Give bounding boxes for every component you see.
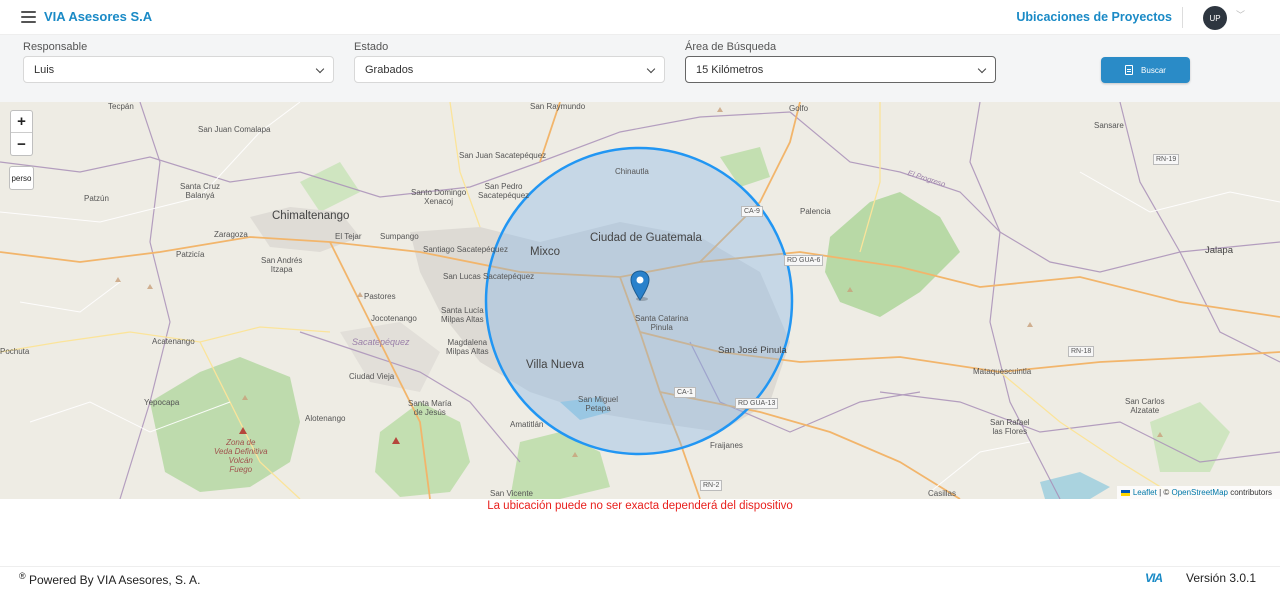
map-label: San José Pinula — [718, 345, 787, 356]
responsable-select[interactable]: Luis — [23, 56, 334, 83]
road-label: RD GUA-13 — [735, 398, 779, 409]
map-label: Sacatepéquez — [352, 337, 410, 347]
map-label: Pochuta — [0, 347, 30, 356]
via-logo: VIA — [1145, 571, 1163, 585]
map-label: Santa Cruz Balanyá — [180, 182, 221, 200]
map-label: Sansare — [1094, 121, 1124, 130]
map-label: Golfo — [789, 104, 809, 113]
app-version: Versión 3.0.1 — [1186, 571, 1257, 585]
map-label: Ciudad Vieja — [349, 372, 395, 381]
chevron-down-icon — [646, 64, 656, 74]
road-label: RN-2 — [700, 480, 723, 491]
map-label: Tecpán — [108, 102, 134, 111]
map-label: Jocotenango — [371, 314, 417, 323]
estado-label: Estado — [354, 41, 389, 53]
map-label: Magdalena Milpas Altas — [446, 338, 489, 356]
map-label: Patzicía — [176, 250, 205, 259]
chevron-down-icon — [315, 64, 325, 74]
menu-icon[interactable] — [21, 11, 36, 23]
responsable-value: Luis — [34, 64, 55, 76]
map-label: Santa Lucía Milpas Altas — [441, 306, 484, 324]
divider — [1182, 7, 1183, 28]
page-title: Ubicaciones de Proyectos — [1016, 10, 1172, 24]
area-value: 15 Kilómetros — [696, 64, 764, 76]
map-label: Palencia — [800, 207, 831, 216]
map-label: Fraijanes — [710, 441, 743, 450]
estado-select[interactable]: Grabados — [354, 56, 665, 83]
powered-by-text: Powered By VIA Asesores, S. A. — [25, 573, 201, 587]
map-label: Zaragoza — [214, 230, 248, 239]
brand-name[interactable]: VIA Asesores S.A — [44, 9, 152, 24]
road-label: RN-18 — [1068, 346, 1095, 357]
map-label: Amatitlán — [510, 420, 544, 429]
map-attribution: Leaflet | © OpenStreetMap contributors — [1116, 486, 1280, 499]
map-label: Acatenango — [152, 337, 195, 346]
search-button[interactable]: Buscar — [1101, 57, 1190, 83]
map-label: Chimaltenango — [272, 210, 350, 222]
leaflet-link[interactable]: Leaflet — [1133, 488, 1157, 497]
map[interactable]: Tecpán San Juan Comalapa Santa Cruz Bala… — [0, 102, 1280, 499]
road-label: CA-1 — [674, 387, 696, 398]
footer: ® Powered By VIA Asesores, S. A. VIA Ver… — [0, 566, 1280, 589]
area-field: Área de Búsqueda 15 Kilómetros — [685, 41, 996, 83]
map-label: Santiago Sacatepéquez — [423, 245, 508, 254]
search-button-label: Buscar — [1141, 65, 1166, 75]
map-label: San Raymundo — [530, 102, 586, 111]
zoom-control: + − — [10, 110, 33, 156]
estado-value: Grabados — [365, 64, 414, 76]
avatar[interactable]: UP — [1203, 6, 1227, 30]
powered-by: ® Powered By VIA Asesores, S. A. — [19, 571, 200, 587]
map-label: Casillas — [928, 489, 957, 498]
road-label: RD GUA-6 — [784, 255, 824, 266]
chevron-down-icon[interactable]: ﹀ — [1236, 8, 1245, 21]
map-label: Villa Nueva — [526, 359, 584, 371]
estado-field: Estado Grabados — [354, 41, 665, 83]
road-label: RN-19 — [1153, 154, 1180, 165]
map-label: Sumpango — [380, 232, 419, 241]
map-label: San Andrés Itzapa — [261, 256, 303, 274]
map-label: Zona de Veda Definitiva Volcán Fuego — [214, 438, 268, 474]
osm-link[interactable]: OpenStreetMap — [1171, 488, 1227, 497]
custom-map-control[interactable]: perso — [9, 166, 34, 190]
map-label: Santo Domingo Xenacoj — [411, 188, 467, 206]
map-label: San Pedro Sacatepéquez — [478, 182, 530, 200]
map-label: Mixco — [530, 246, 561, 258]
area-select[interactable]: 15 Kilómetros — [685, 56, 996, 83]
map-label: Pastores — [364, 292, 396, 301]
area-label: Área de Búsqueda — [685, 41, 777, 53]
map-label: Mataquescuintla — [973, 367, 1032, 376]
map-label: San Juan Sacatepéquez — [459, 151, 547, 160]
map-label: San Lucas Sacatepéquez — [443, 272, 535, 281]
map-label: San Rafael las Flores — [990, 418, 1030, 436]
attribution-separator: | © — [1156, 488, 1172, 497]
registered-symbol: ® — [19, 571, 26, 581]
location-warning: La ubicación puede no ser exacta depende… — [487, 500, 793, 512]
map-label: Patzún — [84, 194, 109, 203]
zoom-in-button[interactable]: + — [11, 111, 32, 133]
map-label: San Miguel Petapa — [578, 395, 619, 413]
zoom-out-button[interactable]: − — [11, 133, 32, 155]
chevron-down-icon — [977, 64, 987, 74]
map-label: Chinautla — [615, 167, 649, 176]
map-label: Ciudad de Guatemala — [590, 232, 702, 244]
map-label: Alotenango — [305, 414, 346, 423]
map-label: San Vicente — [490, 489, 533, 498]
attribution-contributors: contributors — [1227, 488, 1272, 497]
responsable-field: Responsable Luis — [23, 41, 334, 83]
map-label: San Carlos Alzatate — [1125, 397, 1165, 415]
map-label: Jalapa — [1205, 245, 1233, 256]
map-label: El Tejar — [335, 232, 362, 241]
map-label: Yepocapa — [144, 398, 180, 407]
top-bar: VIA Asesores S.A Ubicaciones de Proyecto… — [0, 0, 1280, 35]
responsable-label: Responsable — [23, 41, 88, 53]
map-label: San Juan Comalapa — [198, 125, 271, 134]
document-icon — [1125, 65, 1134, 75]
road-label: CA-9 — [741, 206, 763, 217]
map-pin-icon[interactable] — [630, 270, 650, 302]
filter-bar: Responsable Luis Estado Grabados Área de… — [0, 35, 1280, 102]
ukraine-flag-icon — [1120, 489, 1130, 496]
map-label: Santa Catarina Pinula — [635, 314, 689, 332]
map-label: Santa María de Jesús — [408, 399, 452, 417]
